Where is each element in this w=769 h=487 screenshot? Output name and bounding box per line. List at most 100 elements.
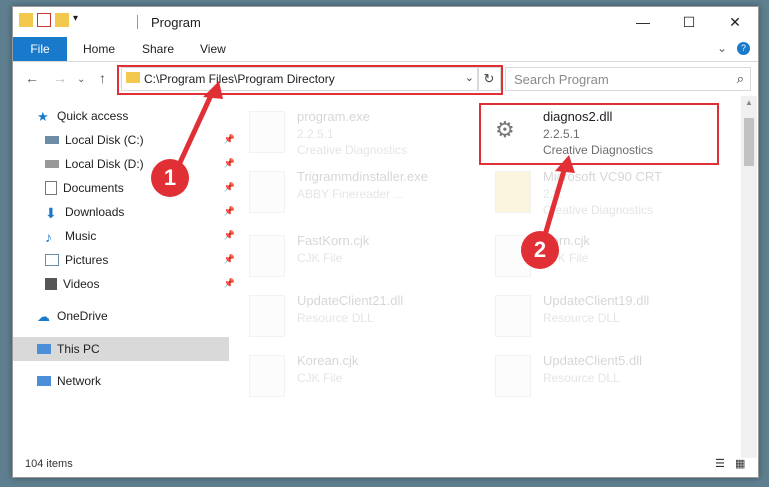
download-icon: ⬇ — [45, 205, 57, 221]
item-count: 104 items — [25, 458, 73, 470]
sidebar-item-label: Network — [57, 374, 102, 388]
file-name: FastKorn.cjk — [297, 233, 370, 248]
sidebar-item-this-pc[interactable]: This PC — [13, 337, 229, 361]
tab-file[interactable]: File — [13, 37, 67, 61]
folder-icon — [126, 72, 140, 83]
minimize-button[interactable]: — — [620, 7, 666, 37]
new-folder-icon[interactable] — [55, 13, 69, 27]
sidebar-item-music[interactable]: ♪ Music 📌 — [13, 224, 237, 248]
sidebar-item-label: Videos — [63, 277, 100, 291]
customize-toolbar-icon[interactable]: ▾ — [73, 13, 87, 27]
recent-locations-icon[interactable]: ⌄ — [77, 74, 85, 85]
title-separator — [137, 15, 138, 29]
folder-icon — [495, 171, 531, 213]
expand-ribbon-icon[interactable]: ⌄ — [717, 41, 727, 55]
file-version: 2.2. — [543, 187, 564, 201]
address-bar[interactable]: C:\Program Files\Program Directory ⌄ — [121, 67, 479, 91]
star-icon: ★ — [37, 109, 49, 124]
sidebar-item-network[interactable]: Network — [13, 369, 229, 393]
maximize-button[interactable]: ☐ — [666, 7, 712, 37]
close-button[interactable]: ✕ — [712, 7, 758, 37]
sidebar-item-videos[interactable]: Videos 📌 — [13, 272, 237, 296]
file-type: Resource DLL — [543, 311, 620, 325]
tab-view[interactable]: View — [200, 42, 226, 56]
sidebar-item-local-disk-c[interactable]: Local Disk (C:) 📌 — [13, 128, 237, 152]
list-item[interactable]: Trigrammdinstaller.exe ABBY Finereader .… — [241, 165, 471, 221]
videos-icon — [45, 278, 57, 290]
vertical-scrollbar[interactable]: ▲ — [741, 96, 757, 458]
sidebar-item-label: Local Disk (D:) — [65, 157, 144, 171]
sidebar-item-label: OneDrive — [57, 309, 108, 323]
forward-icon[interactable]: → — [53, 70, 67, 86]
documents-icon — [45, 181, 57, 195]
pictures-icon — [45, 254, 59, 266]
back-icon[interactable]: ← — [25, 70, 39, 86]
properties-icon[interactable] — [37, 13, 51, 27]
details-view-icon[interactable]: ☰ — [715, 457, 725, 470]
drive-icon — [45, 160, 59, 168]
tab-home[interactable]: Home — [83, 42, 115, 56]
list-item[interactable]: Microsoft VC90 CRT 2.2. Creative Diagnos… — [487, 165, 717, 221]
network-icon — [37, 376, 51, 386]
chevron-down-icon[interactable]: ⌄ — [465, 71, 474, 84]
file-version: 2.2.5.1 — [543, 127, 580, 141]
folder-icon[interactable] — [19, 13, 33, 27]
search-input[interactable]: Search Program ⌕ — [505, 67, 751, 91]
sidebar-item-label: Downloads — [65, 205, 125, 219]
list-item[interactable]: UpdateClient21.dll Resource DLL — [241, 289, 471, 345]
address-path: C:\Program Files\Program Directory — [144, 72, 335, 86]
file-description: ABBY Finereader ... — [297, 187, 404, 201]
dll-icon — [495, 295, 531, 337]
file-name: Microsoft VC90 CRT — [543, 169, 662, 184]
sidebar-item-local-disk-d[interactable]: Local Disk (D:) 📌 — [13, 152, 237, 176]
file-type: Resource DLL — [297, 311, 374, 325]
dll-icon — [495, 355, 531, 397]
sidebar-item-label: Pictures — [65, 253, 109, 267]
file-company: Creative Diagnostics — [543, 143, 654, 157]
sidebar-item-label: Documents — [63, 181, 124, 195]
drive-icon — [45, 136, 59, 144]
file-name: Korean.cjk — [297, 353, 359, 368]
title-bar: ▾ Program — ☐ ✕ — [13, 7, 758, 37]
sidebar-item-downloads[interactable]: ⬇ Downloads 📌 — [13, 200, 237, 224]
help-icon[interactable]: ? — [737, 41, 750, 55]
list-item[interactable]: program.exe 2.2.5.1 Creative Diagnostics — [241, 105, 471, 161]
list-item[interactable]: Korean.cjk CJK File — [241, 349, 471, 405]
scroll-up-icon[interactable]: ▲ — [745, 98, 753, 107]
sidebar-item-quick-access[interactable]: ★ Quick access — [13, 104, 229, 128]
sidebar-item-onedrive[interactable]: ☁ OneDrive — [13, 304, 229, 328]
installer-icon — [249, 171, 285, 213]
status-bar: 104 items ☰ ▦ — [13, 453, 758, 477]
search-icon[interactable]: ⌕ — [737, 71, 744, 87]
tab-share[interactable]: Share — [142, 42, 174, 56]
callout-2: 2 — [521, 231, 559, 269]
cloud-icon: ☁ — [37, 309, 50, 324]
file-version: 2.2.5.1 — [297, 127, 334, 141]
scroll-thumb[interactable] — [744, 118, 754, 166]
callout-1: 1 — [151, 159, 189, 197]
quick-access-toolbar: ▾ — [19, 13, 87, 27]
window-title: Program — [151, 15, 201, 30]
file-name: diagnos2.dll — [543, 109, 613, 124]
exe-icon — [249, 111, 285, 153]
list-item[interactable]: FastKorn.cjk CJK File — [241, 229, 471, 285]
sidebar-item-pictures[interactable]: Pictures 📌 — [13, 248, 237, 272]
refresh-button[interactable]: ↻ — [477, 67, 501, 91]
up-icon[interactable]: ↑ — [99, 70, 106, 86]
file-type: Resource DLL — [543, 371, 620, 385]
file-list: program.exe 2.2.5.1 Creative Diagnostics… — [223, 97, 743, 457]
list-item[interactable]: ⚙ diagnos2.dll 2.2.5.1 Creative Diagnost… — [487, 105, 717, 161]
file-name: Trigrammdinstaller.exe — [297, 169, 429, 184]
file-company: Creative Diagnostics — [543, 203, 654, 217]
music-icon: ♪ — [45, 229, 52, 245]
list-item[interactable]: UpdateClient19.dll Resource DLL — [487, 289, 717, 345]
list-item[interactable]: UpdateClient5.dll Resource DLL — [487, 349, 717, 405]
sidebar-item-label: Music — [65, 229, 97, 243]
file-type: CJK File — [297, 371, 343, 385]
dll-icon — [249, 295, 285, 337]
file-name: UpdateClient5.dll — [543, 353, 643, 368]
search-placeholder: Search Program — [514, 72, 609, 87]
sidebar-item-documents[interactable]: Documents 📌 — [13, 176, 237, 200]
large-icons-view-icon[interactable]: ▦ — [735, 457, 745, 470]
file-icon — [249, 355, 285, 397]
